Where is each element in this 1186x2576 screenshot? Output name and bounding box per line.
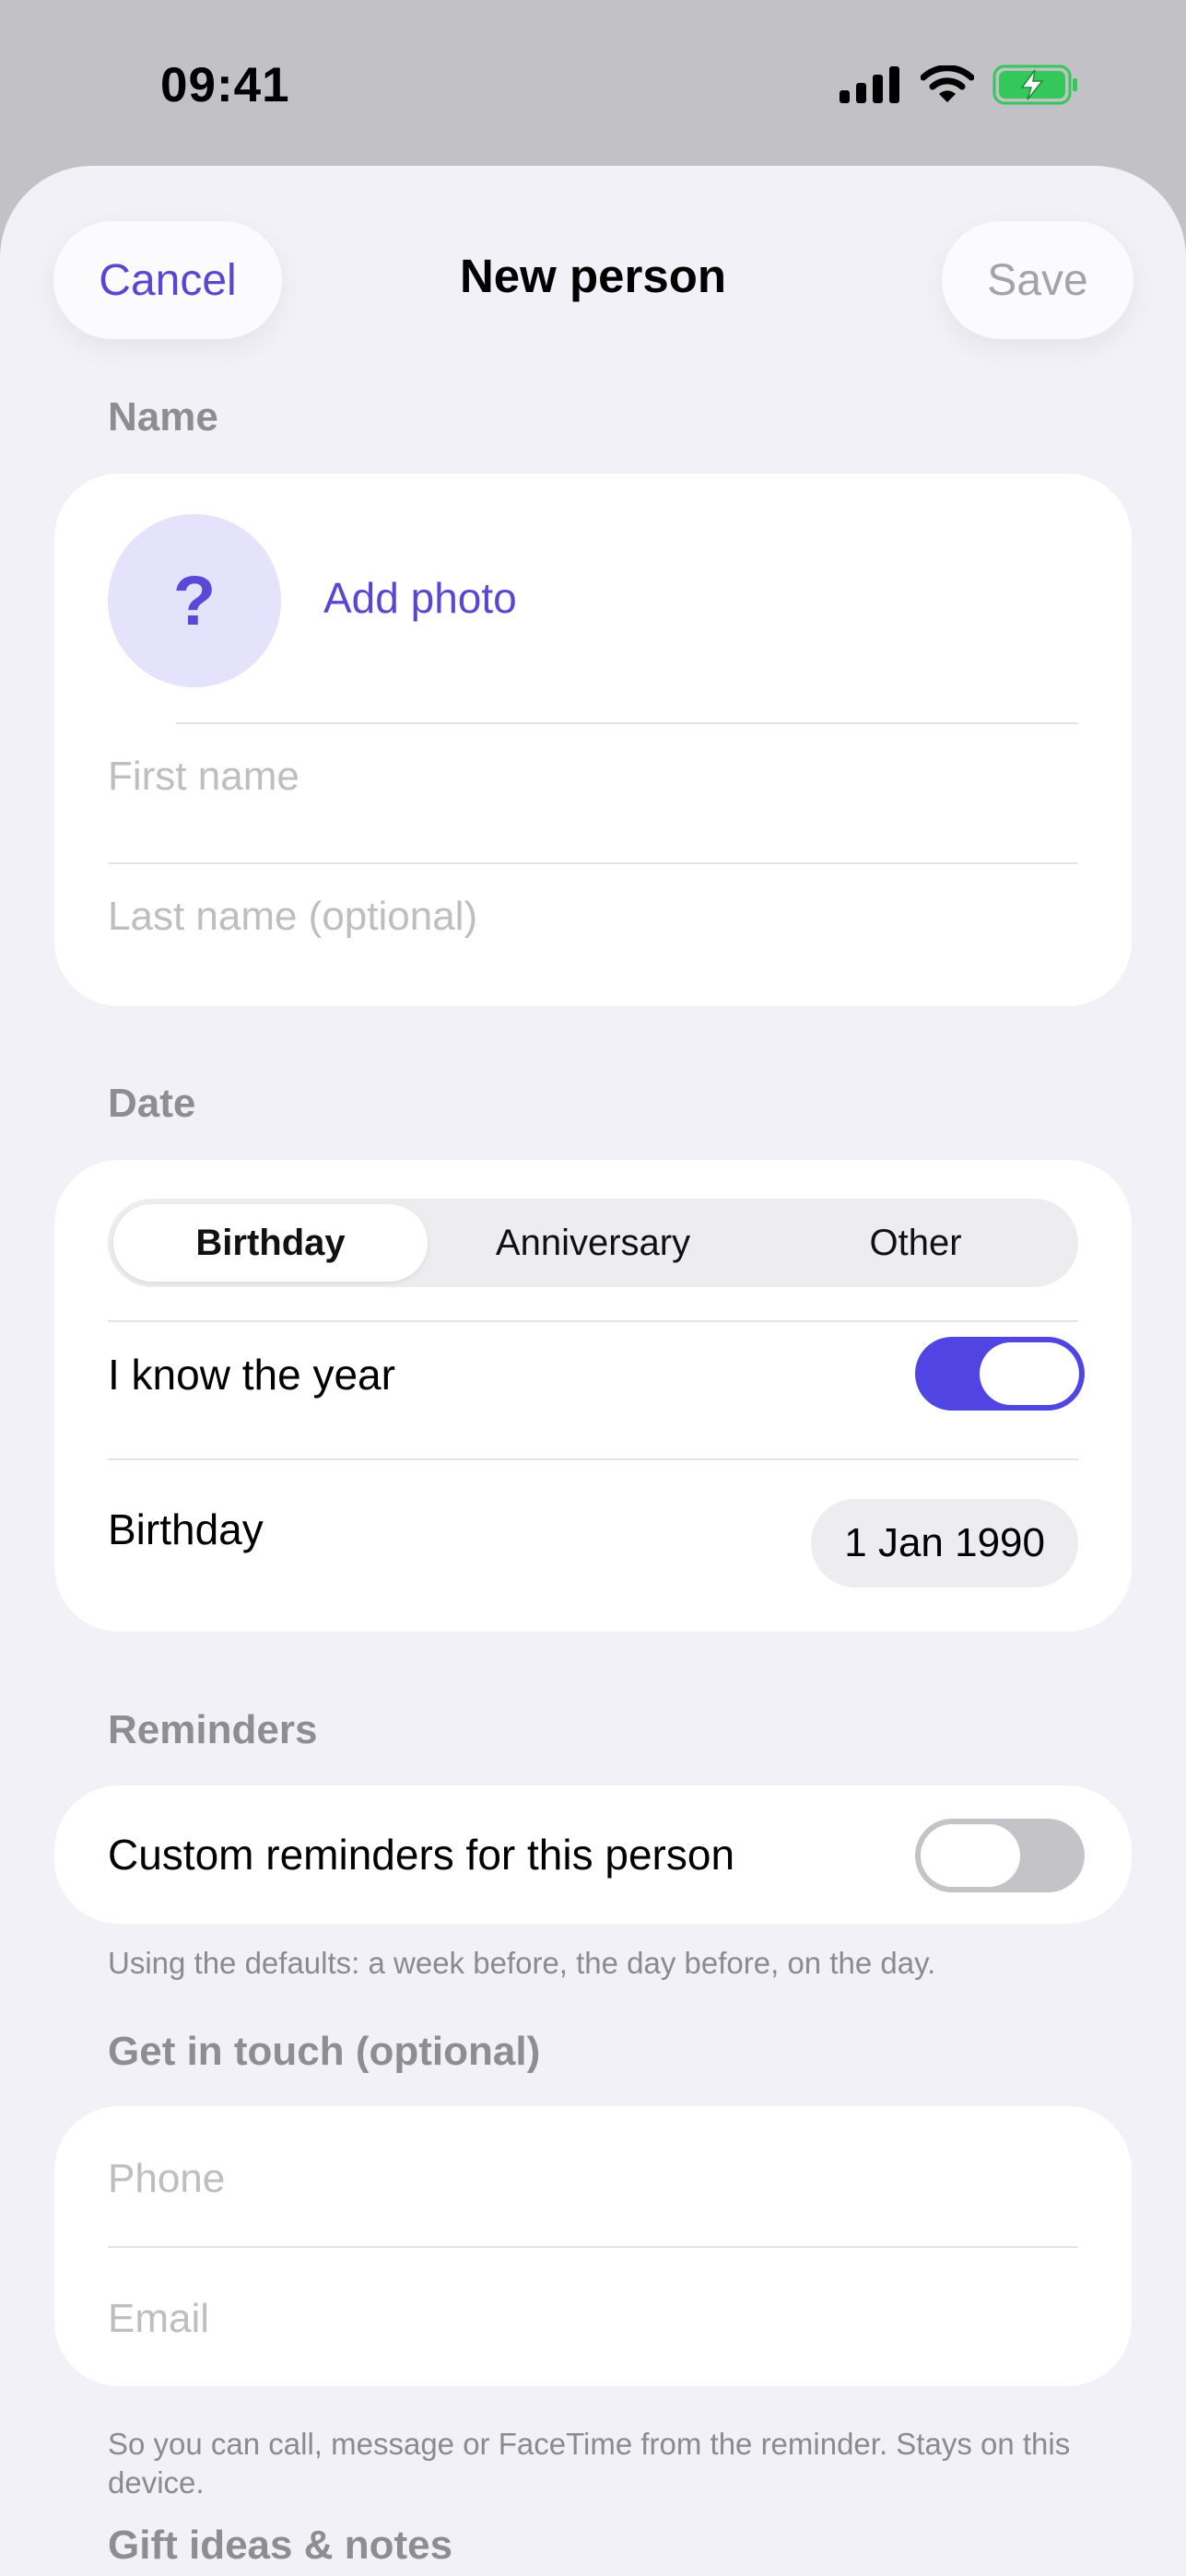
save-button[interactable]: Save xyxy=(942,221,1133,339)
divider xyxy=(108,2246,1078,2248)
phone-placeholder: Phone xyxy=(108,2156,226,2201)
new-person-sheet: Cancel New person Save Name ? Add photo … xyxy=(0,166,1186,2576)
add-photo-button[interactable]: Add photo xyxy=(323,573,517,623)
custom-reminders-label: Custom reminders for this person xyxy=(108,1831,735,1879)
reminders-footnote: Using the defaults: a week before, the d… xyxy=(108,1946,936,1980)
reminders-card: Custom reminders for this person xyxy=(54,1786,1132,1924)
divider xyxy=(176,722,1078,724)
reminders-section-label: Reminders xyxy=(108,1707,318,1752)
birthday-date-value: 1 Jan 1990 xyxy=(844,1520,1045,1565)
status-icons xyxy=(840,64,1079,105)
divider xyxy=(108,1320,1078,1322)
contact-card: Phone Email xyxy=(54,2106,1132,2386)
know-year-label: I know the year xyxy=(108,1351,395,1399)
last-name-placeholder: Last name (optional) xyxy=(108,894,478,939)
first-name-field[interactable]: First name xyxy=(108,754,1078,837)
avatar-placeholder[interactable]: ? xyxy=(108,514,281,687)
divider xyxy=(108,1458,1078,1460)
segment-birthday[interactable]: Birthday xyxy=(113,1204,428,1282)
segment-other[interactable]: Other xyxy=(758,1204,1073,1282)
phone-field[interactable]: Phone xyxy=(108,2156,1078,2239)
first-name-placeholder: First name xyxy=(108,754,299,799)
date-type-segmented-control: Birthday Anniversary Other xyxy=(108,1199,1078,1287)
divider xyxy=(108,862,1078,864)
name-section-label: Name xyxy=(108,394,218,439)
signal-icon xyxy=(840,66,900,103)
name-card: ? Add photo First name Last name (option… xyxy=(54,474,1132,1006)
know-year-toggle[interactable] xyxy=(915,1337,1085,1411)
toggle-knob xyxy=(980,1342,1079,1405)
birthday-date-picker[interactable]: 1 Jan 1990 xyxy=(811,1499,1078,1587)
segment-anniversary[interactable]: Anniversary xyxy=(436,1204,750,1282)
date-card: Birthday Anniversary Other I know the ye… xyxy=(54,1160,1132,1632)
last-name-field[interactable]: Last name (optional) xyxy=(108,894,1078,977)
question-mark-icon: ? xyxy=(172,561,217,640)
date-section-label: Date xyxy=(108,1081,196,1126)
custom-reminders-toggle[interactable] xyxy=(915,1819,1085,1892)
toggle-knob xyxy=(921,1824,1020,1887)
status-bar: 09:41 xyxy=(0,0,1186,166)
contact-footnote: So you can call, message or FaceTime fro… xyxy=(108,2427,1071,2500)
email-placeholder: Email xyxy=(108,2296,210,2341)
status-time: 09:41 xyxy=(160,58,290,112)
notes-section-label: Gift ideas & notes xyxy=(108,2523,453,2568)
contact-section-label: Get in touch (optional) xyxy=(108,2029,541,2074)
birthday-row-label: Birthday xyxy=(108,1505,264,1553)
battery-charging-icon xyxy=(992,64,1079,105)
email-field[interactable]: Email xyxy=(108,2296,1078,2379)
wifi-icon xyxy=(921,65,974,104)
